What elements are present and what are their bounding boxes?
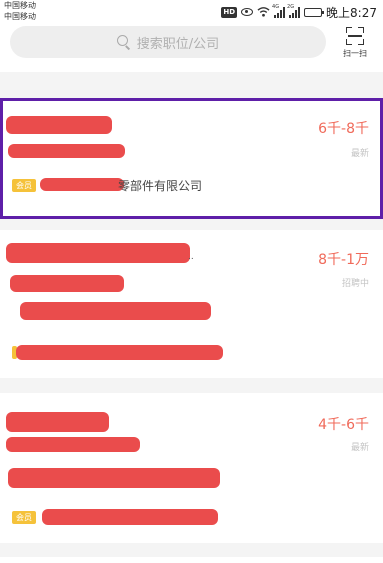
redacted-job-tags [8, 468, 220, 488]
search-icon [116, 35, 131, 49]
status-bar: 中国移动 中国移动 HD 4G 2G 晚上8:27 [0, 0, 383, 24]
scan-label: 扫一扫 [343, 49, 367, 58]
vip-badge: 会员 [12, 179, 36, 192]
redacted-company-name [16, 345, 223, 360]
wifi-icon [257, 7, 270, 17]
job-card[interactable]: .. 8千-1万 招聘中 [0, 230, 383, 378]
signal-2g-icon: 2G [287, 4, 301, 18]
title-ellipsis: .. [188, 252, 194, 262]
job-card[interactable]: 6千-8千 最新 会员 零部件有限公司 [0, 98, 383, 219]
battery-icon [304, 7, 325, 17]
job-card[interactable] [0, 557, 383, 563]
scan-icon [346, 27, 364, 45]
search-placeholder: 搜索职位/公司 [136, 36, 220, 52]
hd-call-icon: HD [221, 6, 238, 18]
salary-label: 6千-8千 [318, 121, 369, 137]
eye-comfort-icon [241, 8, 254, 16]
redacted-job-details [10, 275, 124, 292]
salary-label: 4千-6千 [318, 417, 369, 433]
status-icons: HD 4G 2G 晚上8:27 [221, 3, 377, 21]
redacted-job-details [8, 144, 125, 158]
carrier-label-2: 中国移动 [4, 12, 36, 21]
signal-4g-icon: 4G [272, 4, 286, 18]
redacted-job-tags [20, 302, 211, 320]
salary-label: 8千-1万 [318, 252, 369, 268]
job-card[interactable]: 4千-6千 最新 会员 [0, 393, 383, 543]
redacted-job-details [6, 437, 140, 452]
vip-badge: 会员 [12, 511, 36, 524]
scan-button[interactable]: 扫一扫 [338, 26, 372, 64]
job-status: 最新 [350, 149, 369, 159]
redacted-job-title [6, 243, 190, 263]
redacted-job-title [6, 412, 109, 432]
clock: 晚上8:27 [326, 5, 377, 20]
redacted-company-name [42, 509, 218, 525]
company-name-suffix: 零部件有限公司 [118, 179, 203, 193]
job-status: 最新 [350, 443, 369, 453]
redacted-company-name [40, 178, 124, 191]
search-header: 搜索职位/公司 扫一扫 [0, 24, 383, 72]
redacted-job-title [6, 116, 112, 134]
search-input[interactable]: 搜索职位/公司 [10, 26, 326, 58]
job-status: 招聘中 [341, 279, 369, 289]
carrier-label-1: 中国移动 [4, 1, 36, 10]
